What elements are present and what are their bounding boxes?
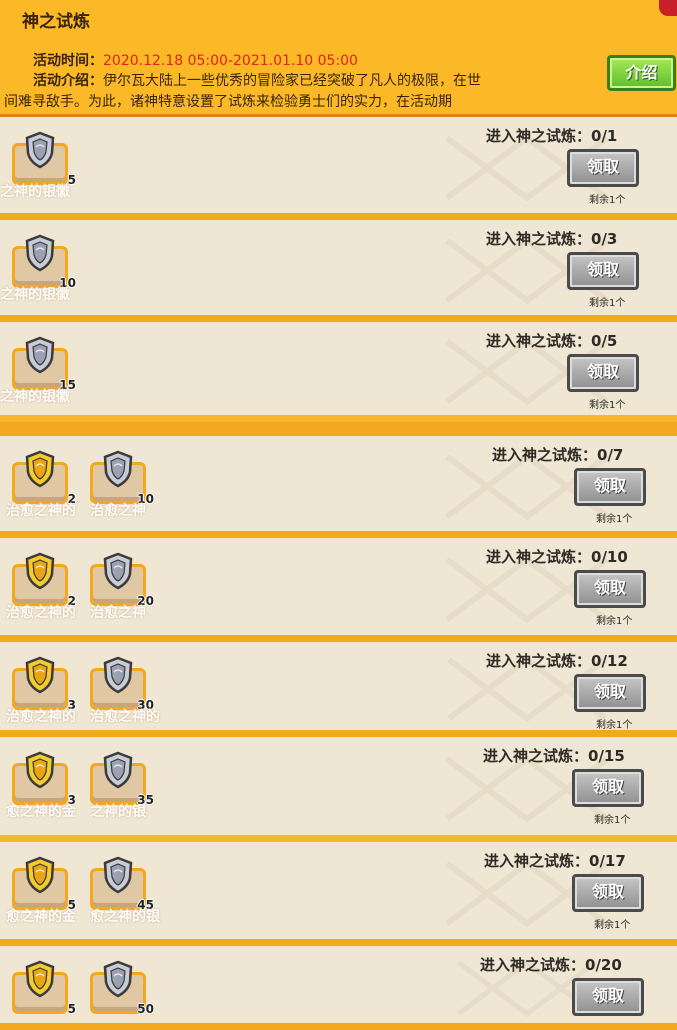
activity-header: 神之试炼 活动时间：2020.12.18 05:00-2021.01.10 05… xyxy=(0,0,677,117)
ribbon-decoration xyxy=(659,0,677,16)
reward-row: 进入神之试炼：0/10 领取剩余1个 2 治愈之神的 20 治愈之神 xyxy=(0,538,677,642)
claim-button[interactable]: 领取 xyxy=(572,769,644,807)
trial-progress-label: 进入神之试炼：0/10 xyxy=(486,548,628,566)
remaining-count: 剩余1个 xyxy=(596,616,633,627)
reward-item[interactable]: 10 xyxy=(90,450,154,506)
trial-progress-label: 进入神之试炼：0/15 xyxy=(483,747,625,765)
activity-intro-line1: 伊尔瓦大陆上一些优秀的冒险家已经突破了凡人的极限，在世 xyxy=(103,73,481,89)
claim-button[interactable]: 领取 xyxy=(574,674,646,712)
gold-shield-icon xyxy=(24,751,56,789)
item-quantity: 5 xyxy=(67,1002,76,1016)
item-name: 之神的银徽 xyxy=(0,184,70,200)
reward-row: 进入神之试炼：0/7 领取剩余1个 2 治愈之神的 10 治愈之神 xyxy=(0,436,677,538)
trial-progress-label: 进入神之试炼：0/5 xyxy=(486,332,618,350)
trial-progress-label: 进入神之试炼：0/20 xyxy=(480,956,622,974)
item-name: 之神的银 xyxy=(90,804,146,820)
claim-button[interactable]: 领取 xyxy=(567,354,639,392)
reward-row: 进入神之试炼：0/12 领取 剩余1个 3 治愈之神的 30 治愈之神的 xyxy=(0,642,677,737)
silver-shield-icon xyxy=(24,336,56,374)
silver-shield-icon xyxy=(102,751,134,789)
silver-shield-icon xyxy=(102,656,134,694)
item-name: 治愈之神的 xyxy=(90,709,160,725)
reward-row: 进入神之试炼：0/20 领取 5 50 xyxy=(0,946,677,1030)
reward-item[interactable]: 3 xyxy=(12,656,76,712)
remaining-count: 剩余1个 xyxy=(594,815,631,826)
silver-shield-icon xyxy=(102,450,134,488)
trial-progress-label: 进入神之试炼：0/12 xyxy=(486,652,628,670)
item-name: 治愈之神的 xyxy=(6,503,76,519)
claim-button[interactable]: 领取 xyxy=(574,570,646,608)
claim-button[interactable]: 领取 xyxy=(567,149,639,187)
item-name: 愈之神的金 xyxy=(6,909,76,925)
activity-intro: 活动介绍：伊尔瓦大陆上一些优秀的冒险家已经突破了凡人的极限，在世 xyxy=(33,70,481,90)
gold-shield-icon xyxy=(24,960,56,998)
reward-item[interactable]: 5 xyxy=(12,856,76,912)
reward-row: 进入神之试炼：0/3 领取剩余1个 10 之神的银徽 xyxy=(0,220,677,322)
trial-progress-label: 进入神之试炼：0/1 xyxy=(486,127,618,145)
silver-shield-icon xyxy=(102,960,134,998)
remaining-count: 剩余1个 xyxy=(596,720,633,731)
silver-shield-icon xyxy=(24,131,56,169)
silver-shield-icon xyxy=(102,856,134,894)
activity-time: 活动时间：2020.12.18 05:00-2021.01.10 05:00 xyxy=(33,50,358,70)
trial-progress-label: 进入神之试炼：0/7 xyxy=(492,446,624,464)
gold-shield-icon xyxy=(24,450,56,488)
silver-shield-icon xyxy=(24,234,56,272)
item-name: 治愈之神的 xyxy=(6,605,76,621)
item-name: 之神的银徽 xyxy=(0,389,70,405)
reward-row: 进入神之试炼：0/1 领取剩余1个 5 之神的银徽 xyxy=(0,117,677,220)
reward-item[interactable]: 5 xyxy=(12,131,76,187)
activity-time-value: 2020.12.18 05:00-2021.01.10 05:00 xyxy=(103,53,358,69)
reward-item[interactable]: 30 xyxy=(90,656,154,712)
reward-item[interactable]: 20 xyxy=(90,552,154,608)
item-name: 愈之神的银 xyxy=(90,909,160,925)
remaining-count: 剩余1个 xyxy=(589,298,626,309)
item-name: 之神的银徽 xyxy=(0,287,70,303)
reward-item[interactable]: 5 xyxy=(12,960,76,1016)
remaining-count: 剩余1个 xyxy=(589,400,626,411)
claim-button[interactable]: 领取 xyxy=(567,252,639,290)
item-name: 治愈之神 xyxy=(90,605,146,621)
reward-item[interactable]: 45 xyxy=(90,856,154,912)
reward-row: 进入神之试炼：0/15 领取剩余1个 3 愈之神的金 35 之神的银 xyxy=(0,737,677,842)
reward-item[interactable]: 3 xyxy=(12,751,76,807)
item-name: 治愈之神的 xyxy=(6,709,76,725)
remaining-count: 剩余1个 xyxy=(596,514,633,525)
reward-item[interactable]: 2 xyxy=(12,450,76,506)
intro-button[interactable]: 介绍 xyxy=(607,55,676,91)
reward-item[interactable]: 10 xyxy=(12,234,76,290)
claim-button[interactable]: 领取 xyxy=(572,874,644,912)
silver-shield-icon xyxy=(102,552,134,590)
reward-item[interactable]: 35 xyxy=(90,751,154,807)
claim-button[interactable]: 领取 xyxy=(574,468,646,506)
remaining-count: 剩余1个 xyxy=(589,195,626,206)
item-quantity: 50 xyxy=(137,1002,154,1016)
reward-item[interactable]: 15 xyxy=(12,336,76,392)
gold-shield-icon xyxy=(24,552,56,590)
gold-shield-icon xyxy=(24,656,56,694)
item-name: 治愈之神 xyxy=(90,503,146,519)
item-name: 愈之神的金 xyxy=(6,804,76,820)
claim-button[interactable]: 领取 xyxy=(572,978,644,1016)
reward-item[interactable]: 2 xyxy=(12,552,76,608)
page-title: 神之试炼 xyxy=(22,12,90,32)
activity-intro-label: 活动介绍： xyxy=(33,73,103,89)
gold-shield-icon xyxy=(24,856,56,894)
trial-progress-label: 进入神之试炼：0/3 xyxy=(486,230,618,248)
activity-intro-line2: 间难寻敌手。为此，诸神特意设置了试炼来检验勇士们的实力，在活动期 xyxy=(4,94,452,110)
trial-progress-label: 进入神之试炼：0/17 xyxy=(484,852,626,870)
activity-time-label: 活动时间： xyxy=(33,53,103,69)
remaining-count: 剩余1个 xyxy=(594,920,631,931)
reward-item[interactable]: 50 xyxy=(90,960,154,1016)
reward-row: 进入神之试炼：0/5 领取剩余1个 15 之神的银徽 xyxy=(0,322,677,422)
reward-row: 进入神之试炼：0/17 领取剩余1个 5 愈之神的金 45 愈之神的银 xyxy=(0,842,677,946)
